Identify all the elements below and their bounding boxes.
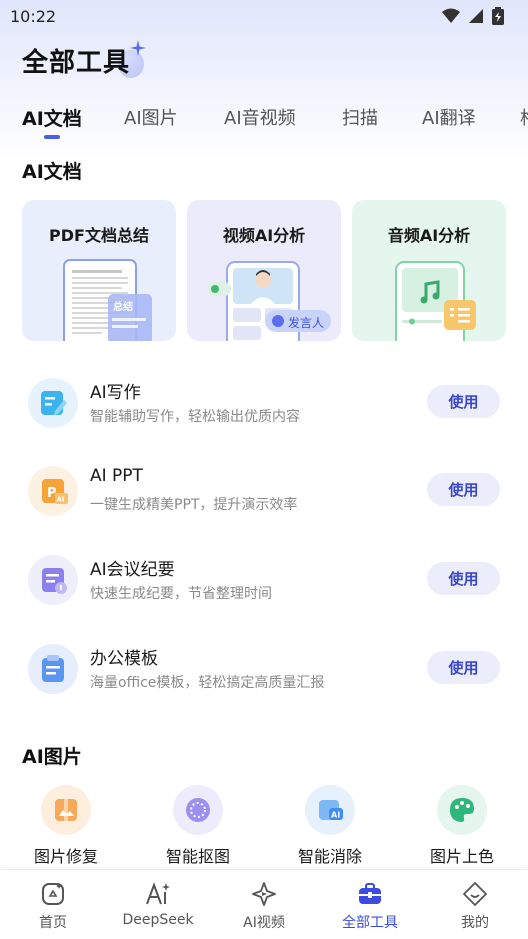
nav-item-ai-video[interactable]: AI视频 <box>219 880 309 932</box>
status-time: 10:22 <box>10 6 57 26</box>
meeting-minutes-icon <box>28 555 78 605</box>
clipboard-icon <box>28 644 78 694</box>
image-repair-tool[interactable]: 图片修复 <box>16 785 116 866</box>
nav-label: 全部工具 <box>342 915 398 931</box>
image-colorize-tool[interactable]: 图片上色 <box>412 785 512 866</box>
tool-desc: 海量office模板，轻松搞定高质量汇报 <box>90 675 325 691</box>
audio-analysis-card[interactable]: 音频AI分析 <box>352 200 506 341</box>
tool-desc: 快速生成纪要，节省整理时间 <box>90 586 272 602</box>
tab-ai-translate[interactable]: AI翻译 <box>422 104 476 130</box>
audio-music-illustration <box>395 261 476 341</box>
nav-label: DeepSeek <box>122 912 194 928</box>
tool-label: 图片修复 <box>33 847 98 866</box>
erase-icon: AI <box>305 785 355 835</box>
use-button[interactable]: 使用 <box>427 562 500 595</box>
status-icons <box>442 7 504 25</box>
tool-name: AI PPT <box>90 466 143 486</box>
video-sparkle-icon <box>252 882 276 906</box>
category-tabs: AI文档 AI图片 AI音视频 扫描 AI翻译 格 <box>0 100 528 140</box>
use-button[interactable]: 使用 <box>427 385 500 418</box>
pdf-document-illustration <box>63 259 152 341</box>
tool-label: 智能抠图 <box>165 847 230 866</box>
profile-icon <box>463 882 487 906</box>
use-button[interactable]: 使用 <box>427 473 500 506</box>
list-item-ai-meeting-minutes[interactable]: AI会议纪要 快速生成纪要，节省整理时间 使用 <box>0 545 528 615</box>
list-item-office-templates[interactable]: 办公模板 海量office模板，轻松搞定高质量汇报 使用 <box>0 634 528 704</box>
tool-desc: 智能辅助写作，轻松输出优质内容 <box>90 409 300 425</box>
palette-icon <box>437 785 487 835</box>
tool-label: 图片上色 <box>429 847 494 866</box>
section-title-images: AI图片 <box>22 746 82 768</box>
nav-item-profile[interactable]: 我的 <box>430 880 520 932</box>
ppt-icon: P AI <box>28 466 78 516</box>
ai-sparkle-icon <box>146 882 170 905</box>
nav-label: 我的 <box>461 915 489 931</box>
list-item-ai-writing[interactable]: AI写作 智能辅助写作，轻松输出优质内容 使用 <box>0 368 528 438</box>
toolbox-icon <box>359 883 381 904</box>
nav-label: AI视频 <box>243 915 285 931</box>
tab-ai-images[interactable]: AI图片 <box>124 104 178 130</box>
list-item-ai-ppt[interactable]: P AI AI PPT 一键生成精美PPT，提升演示效率 使用 <box>0 456 528 526</box>
smart-erase-tool[interactable]: AI 智能消除 <box>280 785 380 866</box>
nav-item-home[interactable]: 首页 <box>8 880 98 932</box>
speaker-badge: 发言人 <box>288 316 325 330</box>
pdf-summary-card[interactable]: PDF文档总结 总结 <box>22 200 176 341</box>
page-title: 全部工具 <box>22 48 131 78</box>
nav-item-deepseek[interactable]: DeepSeek <box>113 880 203 928</box>
summary-badge: 总结 <box>113 302 133 313</box>
tab-format[interactable]: 格 <box>520 104 528 130</box>
tool-name: AI写作 <box>90 383 141 403</box>
tool-name: AI会议纪要 <box>90 560 175 580</box>
svg-text:AI: AI <box>331 811 340 820</box>
nav-item-all-tools[interactable]: 全部工具 <box>325 880 415 932</box>
bottom-nav: 首页 DeepSeek AI视频 全部工具 我的 <box>0 869 528 939</box>
signal-icon <box>469 9 483 23</box>
tab-ai-audio-video[interactable]: AI音视频 <box>224 104 296 130</box>
smart-cutout-tool[interactable]: 智能抠图 <box>148 785 248 866</box>
video-analysis-card[interactable]: 视频AI分析 发言人 <box>187 200 341 341</box>
section-title-docs: AI文档 <box>22 161 82 183</box>
use-button[interactable]: 使用 <box>427 651 500 684</box>
cutout-icon <box>173 785 223 835</box>
nav-label: 首页 <box>39 915 67 931</box>
tab-ai-docs[interactable]: AI文档 <box>22 104 82 131</box>
ai-writing-icon <box>28 378 78 428</box>
svg-text:AI: AI <box>57 496 65 504</box>
battery-icon <box>492 7 504 25</box>
home-icon <box>42 883 64 905</box>
status-bar: 10:22 <box>0 0 528 32</box>
active-tab-indicator <box>44 135 60 139</box>
tool-label: 智能消除 <box>297 847 362 866</box>
image-repair-icon <box>41 785 91 835</box>
sparkle-icon <box>130 40 146 56</box>
tab-scan[interactable]: 扫描 <box>342 104 378 130</box>
tool-desc: 一键生成精美PPT，提升演示效率 <box>90 497 298 513</box>
wifi-icon <box>442 8 460 23</box>
tool-name: 办公模板 <box>90 649 158 669</box>
